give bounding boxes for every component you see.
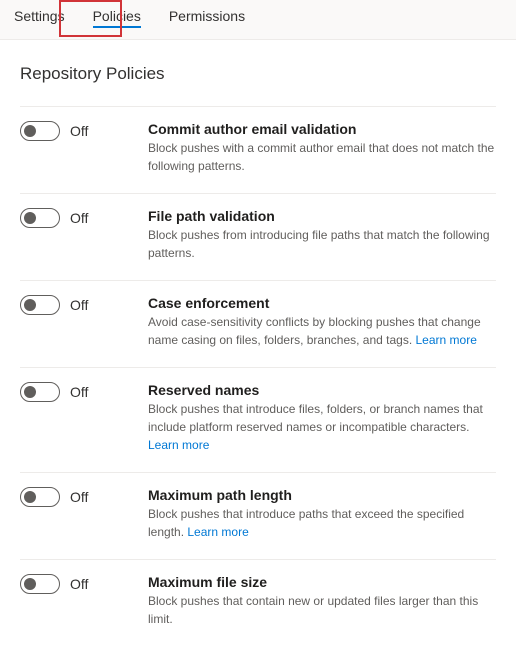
- policy-title: Reserved names: [148, 382, 496, 398]
- policy-file-path-validation: Off File path validation Block pushes fr…: [20, 193, 496, 280]
- policy-description: Avoid case-sensitivity conflicts by bloc…: [148, 313, 496, 349]
- toggle-reserved-names[interactable]: [20, 382, 60, 402]
- toggle-file-path-validation[interactable]: [20, 208, 60, 228]
- toggle-max-file-size[interactable]: [20, 574, 60, 594]
- learn-more-link[interactable]: Learn more: [187, 525, 248, 539]
- toggle-state-label: Off: [70, 576, 88, 592]
- toggle-state-label: Off: [70, 297, 88, 313]
- policy-description: Block pushes from introducing file paths…: [148, 226, 496, 262]
- content-area: Repository Policies Off Commit author em…: [0, 40, 516, 656]
- policy-case-enforcement: Off Case enforcement Avoid case-sensitiv…: [20, 280, 496, 367]
- tab-bar: Settings Policies Permissions: [0, 0, 516, 40]
- policy-title: Maximum path length: [148, 487, 496, 503]
- toggle-state-label: Off: [70, 489, 88, 505]
- policy-description: Block pushes that contain new or updated…: [148, 592, 496, 628]
- learn-more-link[interactable]: Learn more: [148, 438, 209, 452]
- tab-policies[interactable]: Policies: [79, 0, 155, 30]
- policy-commit-author-email: Off Commit author email validation Block…: [20, 106, 496, 193]
- toggle-state-label: Off: [70, 384, 88, 400]
- policy-description: Block pushes that introduce files, folde…: [148, 400, 496, 454]
- policy-title: Case enforcement: [148, 295, 496, 311]
- tab-permissions[interactable]: Permissions: [155, 0, 259, 30]
- policy-reserved-names: Off Reserved names Block pushes that int…: [20, 367, 496, 472]
- toggle-max-path-length[interactable]: [20, 487, 60, 507]
- policy-description: Block pushes that introduce paths that e…: [148, 505, 496, 541]
- policy-max-file-size: Off Maximum file size Block pushes that …: [20, 559, 496, 646]
- policy-title: Maximum file size: [148, 574, 496, 590]
- toggle-state-label: Off: [70, 210, 88, 226]
- toggle-case-enforcement[interactable]: [20, 295, 60, 315]
- page-title: Repository Policies: [20, 64, 496, 84]
- toggle-commit-author-email[interactable]: [20, 121, 60, 141]
- toggle-state-label: Off: [70, 123, 88, 139]
- policy-title: File path validation: [148, 208, 496, 224]
- learn-more-link[interactable]: Learn more: [416, 333, 477, 347]
- policy-title: Commit author email validation: [148, 121, 496, 137]
- policy-description: Block pushes with a commit author email …: [148, 139, 496, 175]
- policy-max-path-length: Off Maximum path length Block pushes tha…: [20, 472, 496, 559]
- tab-settings[interactable]: Settings: [0, 0, 79, 30]
